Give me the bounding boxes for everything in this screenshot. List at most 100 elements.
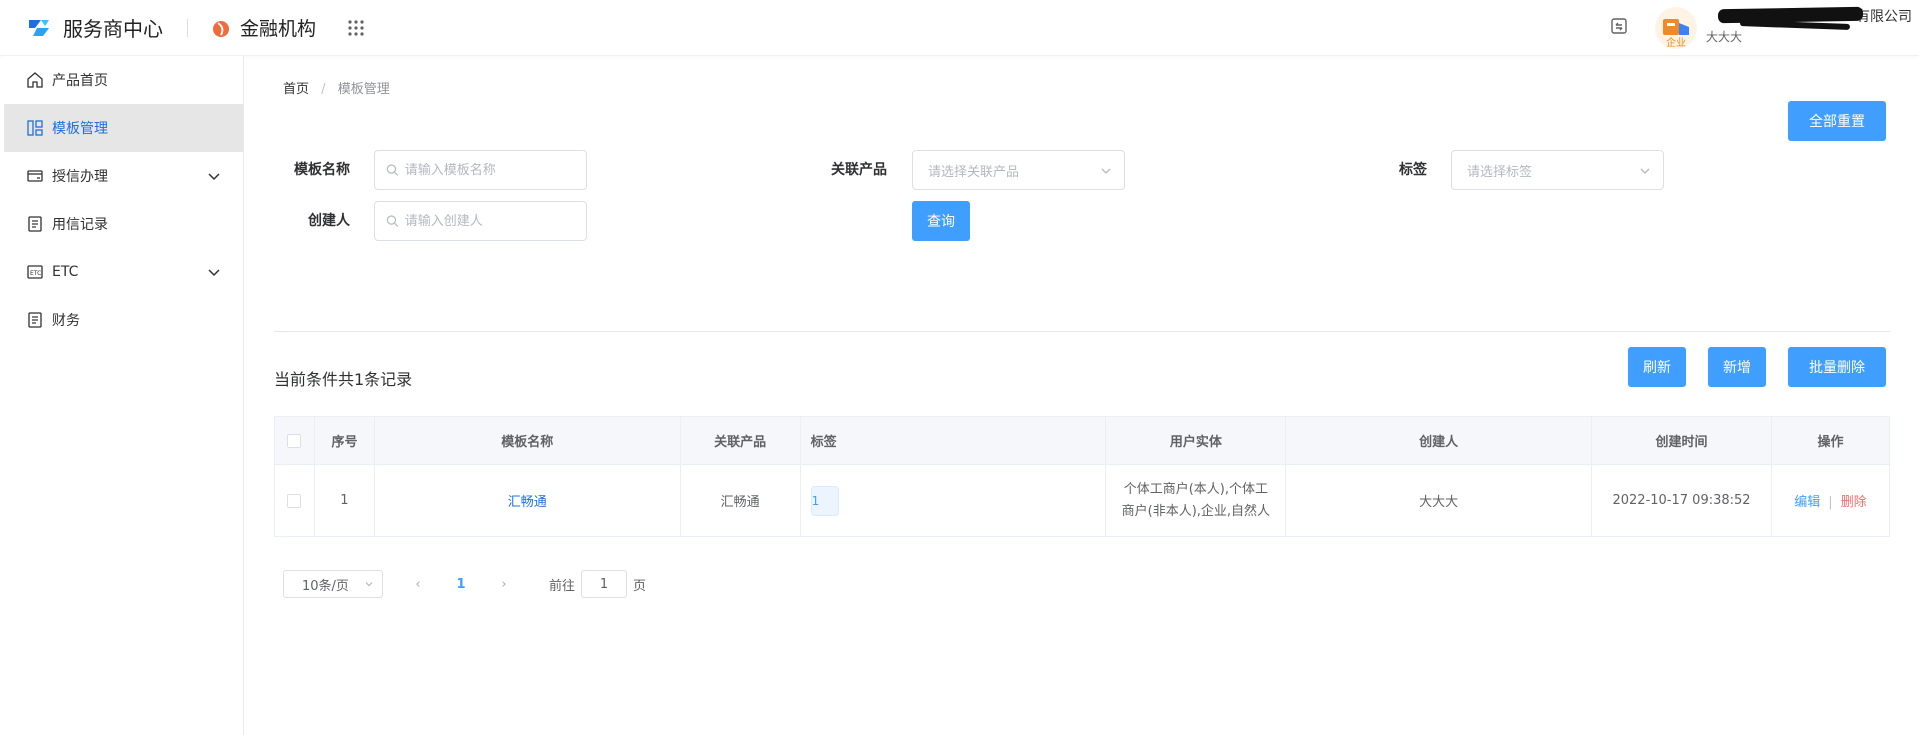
switch-account-icon[interactable] [1609, 16, 1629, 36]
sidebar-item-credit-processing[interactable]: 授信办理 [4, 152, 243, 200]
pagination: 10条/页 ‹ 1 › 前往 页 [283, 569, 646, 599]
sidebar-item-product-home[interactable]: 产品首页 [4, 56, 243, 104]
user-name: 大大大 [1706, 30, 1743, 44]
home-icon [27, 72, 43, 88]
main-content: 首页 / 模板管理 全部重置 模板名称 关联产品 请选择关联产品 标签 请选择标… [245, 56, 1919, 735]
page-suffix: 页 [633, 578, 647, 594]
creator-label: 创建人 [308, 213, 350, 229]
top-header: 服务商中心 金融机构 企业 有限公司 大大大 [0, 0, 1919, 56]
breadcrumb-current: 模板管理 [337, 82, 390, 97]
org-switcher[interactable]: 金融机构 [210, 14, 316, 41]
sidebar-item-label: ETC [52, 264, 79, 280]
app-logo[interactable]: 服务商中心 [25, 13, 163, 42]
goto-label: 前往 [549, 578, 576, 594]
next-page-button[interactable]: › [489, 577, 519, 592]
row-checkbox[interactable] [287, 493, 302, 508]
column-header: 创建人 [1285, 416, 1593, 465]
org-title: 金融机构 [240, 18, 317, 40]
query-button[interactable]: 查询 [912, 201, 970, 241]
breadcrumb: 首页 / 模板管理 [283, 78, 390, 97]
related-product-select[interactable]: 请选择关联产品 [912, 150, 1125, 190]
edit-link[interactable]: 编辑 [1794, 495, 1820, 510]
header-divider [187, 18, 188, 37]
sidebar-item-label: 授信办理 [52, 169, 108, 185]
row-created-at: 2022-10-17 09:38:52 [1591, 464, 1772, 537]
avatar-badge: 企业 [1666, 38, 1686, 49]
creator-input[interactable] [404, 213, 586, 229]
sidebar-item-label: 财务 [52, 313, 80, 329]
row-template-name-cell: 汇畅通 [374, 464, 681, 537]
reset-all-button[interactable]: 全部重置 [1788, 101, 1886, 141]
column-header: 操作 [1771, 416, 1891, 465]
document-icon [28, 312, 42, 328]
row-product: 汇畅通 [680, 464, 801, 537]
etc-icon: ETC [27, 265, 43, 279]
app-title: 服务商中心 [63, 17, 163, 41]
template-icon [27, 120, 43, 136]
table-header-row: 序号 模板名称 关联产品 标签 用户实体 创建人 创建时间 操作 [274, 416, 1891, 465]
related-product-label: 关联产品 [831, 162, 887, 178]
refresh-button[interactable]: 刷新 [1628, 347, 1686, 387]
search-icon [386, 164, 399, 176]
column-header: 序号 [314, 416, 375, 465]
page-size-select[interactable]: 10条/页 [283, 570, 383, 598]
chevron-down-icon [1640, 168, 1650, 174]
row-creator: 大大大 [1285, 464, 1593, 537]
sidebar-item-etc[interactable]: ETC ETC [4, 248, 243, 296]
chevron-down-icon [208, 269, 220, 277]
row-tag-cell: 1 [800, 464, 1107, 537]
svg-text:ETC: ETC [30, 270, 41, 277]
logo-icon [29, 19, 49, 36]
sidebar-item-label: 产品首页 [52, 73, 108, 89]
sidebar: 产品首页 模板管理 授信办理 用信记录 ETC ETC 财务 [4, 56, 244, 735]
row-select-cell [274, 464, 315, 537]
column-header: 关联产品 [680, 416, 801, 465]
tag-badge: 1 [810, 485, 839, 516]
apps-grid-icon[interactable] [346, 18, 366, 38]
sidebar-item-label: 用信记录 [52, 217, 108, 233]
page-size-value: 10条/页 [302, 578, 349, 594]
sidebar-item-template-management[interactable]: 模板管理 [4, 104, 243, 152]
prev-page-button[interactable]: ‹ [403, 577, 433, 592]
chevron-down-icon [208, 173, 220, 181]
row-operations: 编辑 | 删除 [1771, 464, 1891, 537]
batch-delete-button[interactable]: 批量删除 [1788, 347, 1886, 387]
section-divider [274, 331, 1890, 332]
tag-select[interactable]: 请选择标签 [1451, 150, 1664, 190]
select-all-checkbox[interactable] [287, 433, 302, 448]
document-icon [28, 216, 42, 232]
delete-link[interactable]: 删除 [1841, 495, 1867, 510]
chevron-down-icon [365, 582, 373, 587]
tag-label: 标签 [1399, 162, 1427, 178]
chevron-down-icon [1101, 168, 1111, 174]
related-product-placeholder: 请选择关联产品 [928, 164, 1020, 180]
sidebar-item-finance[interactable]: 财务 [4, 296, 243, 344]
goto-page-input[interactable] [581, 570, 628, 598]
op-separator: | [1828, 495, 1833, 510]
flame-icon [213, 20, 229, 37]
breadcrumb-separator: / [321, 82, 326, 97]
template-name-label: 模板名称 [294, 162, 350, 178]
search-icon [386, 215, 399, 227]
column-header: 模板名称 [374, 416, 681, 465]
row-index: 1 [314, 464, 375, 537]
entity-line: 个体工商户(本人),个体工 [1123, 481, 1268, 497]
tag-placeholder: 请选择标签 [1467, 164, 1533, 180]
template-name-input[interactable] [404, 162, 586, 178]
add-button[interactable]: 新增 [1708, 347, 1766, 387]
row-entity-cell: 个体工商户(本人),个体工 商户(非本人),企业,自然人 [1105, 464, 1287, 537]
table-row: 1 汇畅通 汇畅通 1 个体工商户(本人),个体工 商户(非本人),企业,自然人… [274, 464, 1891, 537]
template-name-field[interactable] [374, 150, 587, 190]
template-name-link[interactable]: 汇畅通 [508, 495, 547, 510]
creator-field[interactable] [374, 201, 587, 241]
column-header: 用户实体 [1105, 416, 1287, 465]
entity-line: 商户(非本人),企业,自然人 [1121, 503, 1271, 519]
breadcrumb-home[interactable]: 首页 [283, 82, 309, 97]
column-header: 创建时间 [1591, 416, 1772, 465]
column-header: 标签 [800, 416, 1107, 465]
template-table: 序号 模板名称 关联产品 标签 用户实体 创建人 创建时间 操作 1 汇畅通 汇… [274, 416, 1891, 537]
avatar[interactable]: 企业 [1655, 7, 1697, 49]
sidebar-item-usage-records[interactable]: 用信记录 [4, 200, 243, 248]
sidebar-item-label: 模板管理 [52, 121, 108, 137]
page-number[interactable]: 1 [441, 577, 481, 592]
